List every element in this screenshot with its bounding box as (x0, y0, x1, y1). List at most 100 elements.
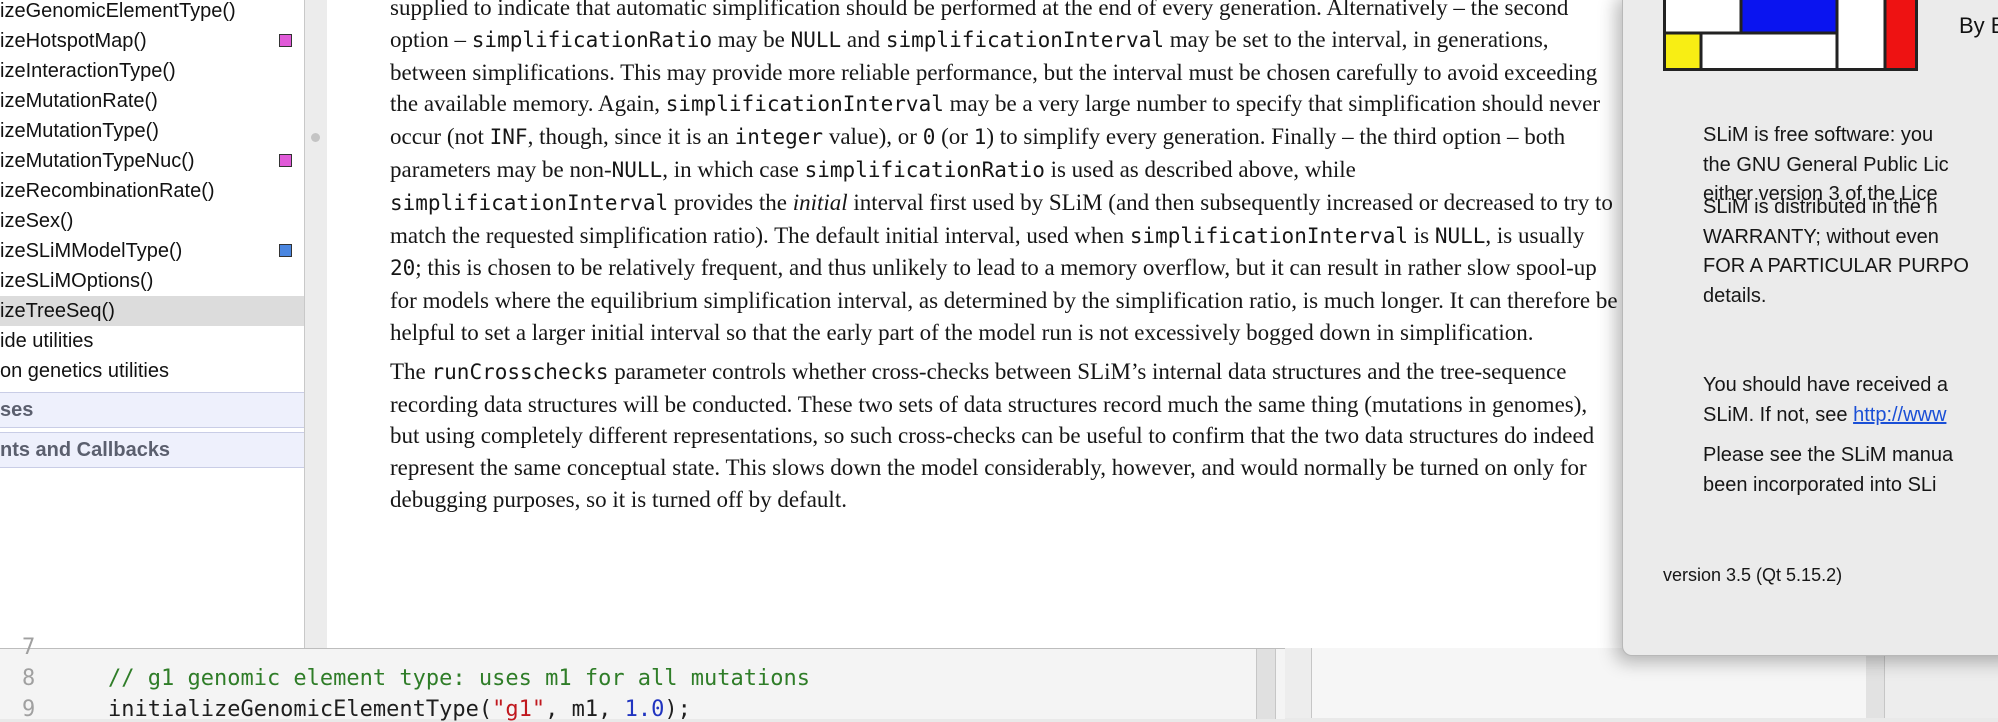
doc-text-run: is used as described above, while (1044, 156, 1356, 182)
doc-code-term: simplificationInterval (390, 190, 669, 215)
function-list-item-label: izeSLiMModelType() (0, 240, 183, 262)
color-swatch-icon (279, 34, 292, 47)
color-swatch-icon (279, 154, 292, 167)
doc-code-term: 20 (390, 256, 416, 281)
about-paragraph: Please see the SLiM manua been incorporat… (1703, 441, 1998, 500)
function-list-item[interactable]: izeHotspotMap() (0, 26, 304, 56)
function-list-item[interactable]: izeInteractionType() (0, 56, 304, 86)
function-list-item-label: on genetics utilities (0, 360, 169, 382)
function-list-item-label: izeSex() (0, 210, 74, 232)
doc-text-run: , in which case (662, 156, 805, 182)
line-number: 8 (22, 666, 36, 691)
section-header-item[interactable]: nts and Callbacks (0, 432, 304, 468)
code-number: 1.0 (624, 697, 665, 722)
logo-yellow-block (1663, 33, 1701, 71)
doc-code-term: 0 (922, 125, 936, 150)
about-author: By B (1959, 13, 1998, 38)
logo-red-block (1885, 0, 1915, 71)
doc-text-run: , is usually (1485, 222, 1585, 248)
about-dialog: By B SLiM is free software: you the GNU G… (1622, 0, 1998, 656)
doc-code-term: runCrosschecks (431, 359, 609, 384)
doc-code-term: integer (734, 125, 824, 150)
function-list-item[interactable]: izeSLiMModelType() (0, 236, 304, 266)
doc-code-term: simplificationRatio (471, 27, 712, 52)
doc-text-run: ; this is chosen to be relatively freque… (390, 255, 1618, 345)
function-list-item[interactable]: izeMutationTypeNuc() (0, 146, 304, 176)
function-list-item[interactable]: izeMutationType() (0, 116, 304, 146)
code-token: ); (664, 697, 691, 722)
doc-code-term: simplificationRatio (804, 157, 1045, 182)
doc-text-run: (or (935, 124, 974, 150)
script-editor[interactable]: 7 8 // g1 genomic element type: uses m1 fo… (0, 635, 1285, 722)
panel-splitter[interactable] (305, 0, 328, 648)
splitter-handle-icon[interactable] (311, 133, 320, 142)
doc-code-term: INF (489, 125, 528, 150)
doc-emphasis: initial (792, 189, 848, 215)
slim-logo-icon (1663, 0, 1918, 71)
section-header-label: ses (0, 399, 34, 421)
function-list-item-label: izeInteractionType() (0, 60, 176, 82)
doc-paragraph-simplification: supplied to indicate that automatic simp… (390, 0, 1620, 349)
doc-code-term: simplificationInterval (1129, 223, 1408, 248)
about-line: details. (1703, 284, 1767, 307)
function-list-item-label: izeMutationTypeNuc() (0, 150, 195, 172)
doc-text-run: , though, since it is an (527, 124, 735, 150)
function-list-item[interactable]: izeTreeSeq() (0, 296, 304, 326)
function-list-item-label: izeTreeSeq() (0, 300, 115, 322)
output-pane (1285, 648, 1998, 718)
function-list-item-label: ide utilities (0, 330, 94, 352)
output-scrollbar[interactable] (1866, 648, 1885, 718)
about-line: SLiM is free software: you (1703, 124, 1934, 146)
function-list-item[interactable]: izeSLiMOptions() (0, 266, 304, 296)
code-line[interactable]: initializeGenomicElementType("g1", m1, 1… (108, 697, 691, 722)
about-line: SLiM is distributed in the h (1703, 196, 1938, 218)
documentation-text: supplied to indicate that automatic simp… (390, 0, 1620, 516)
code-token: initializeGenomicElementType( (108, 697, 493, 722)
about-line: FOR A PARTICULAR PURPO (1703, 255, 1969, 277)
section-header-item[interactable]: ses (0, 392, 304, 428)
function-list-item-label: izeGenomicElementType() (0, 0, 236, 22)
function-list-item[interactable]: izeRecombinationRate() (0, 176, 304, 206)
doc-code-term: NULL (611, 157, 663, 182)
function-list-item[interactable]: ide utilities (0, 326, 304, 356)
doc-text-run: and (841, 26, 886, 52)
logo-blue-block (1741, 0, 1837, 33)
function-list-item-label: izeHotspotMap() (0, 30, 147, 52)
code-line[interactable]: // g1 genomic element type: uses m1 for … (108, 666, 810, 691)
code-comment: // g1 genomic element type: uses m1 for … (108, 666, 810, 691)
doc-code-term: simplificationInterval (885, 27, 1165, 52)
function-list-item-label: izeSLiMOptions() (0, 270, 154, 292)
doc-text-run: The (390, 358, 432, 384)
doc-text-run: is (1407, 222, 1435, 248)
doc-code-term: simplificationInterval (665, 92, 944, 117)
about-line: been incorporated into SLi (1703, 473, 1937, 496)
line-number: 7 (22, 635, 36, 660)
function-list-panel: izeGenomicElementType() izeHotspotMap() iz… (0, 0, 305, 648)
documentation-view: supplied to indicate that automatic simp… (327, 0, 1622, 648)
doc-text-run: value), or (823, 124, 923, 150)
doc-text-run: provides the (668, 189, 793, 215)
code-string: "g1" (492, 697, 546, 722)
about-line: SLiM. If not, see http://www (1703, 401, 1998, 431)
function-list-item-label: izeMutationType() (0, 120, 159, 142)
gnu-license-link[interactable]: http://www (1853, 404, 1946, 426)
doc-paragraph-crosschecks: The runCrosschecks parameter controls wh… (390, 356, 1620, 516)
output-text-area[interactable] (1311, 648, 1868, 718)
doc-code-term: NULL (1434, 223, 1486, 248)
code-token: , m1, (545, 697, 625, 722)
function-list-item[interactable]: izeGenomicElementType() (0, 0, 304, 26)
function-list-item[interactable]: izeSex() (0, 206, 304, 236)
about-paragraph: You should have received a SLiM. If not, … (1703, 371, 1998, 430)
about-link-prefix: SLiM. If not, see (1703, 403, 1854, 426)
about-paragraph: SLiM is distributed in the h WARRANTY; wi… (1703, 193, 1998, 311)
about-version: version 3.5 (Qt 5.15.2) (1663, 565, 1843, 585)
about-line: Please see the SLiM manua (1703, 444, 1954, 466)
function-list-item[interactable]: on genetics utilities (0, 356, 304, 386)
function-list-item[interactable]: izeMutationRate() (0, 86, 304, 116)
editor-scrollbar[interactable] (1256, 649, 1276, 719)
doc-code-term: 1 (973, 125, 987, 150)
doc-text-run: may be (712, 26, 791, 52)
function-list-item-label: izeRecombinationRate() (0, 180, 215, 202)
section-header-label: nts and Callbacks (0, 439, 171, 461)
about-line: WARRANTY; without even (1703, 225, 1939, 248)
